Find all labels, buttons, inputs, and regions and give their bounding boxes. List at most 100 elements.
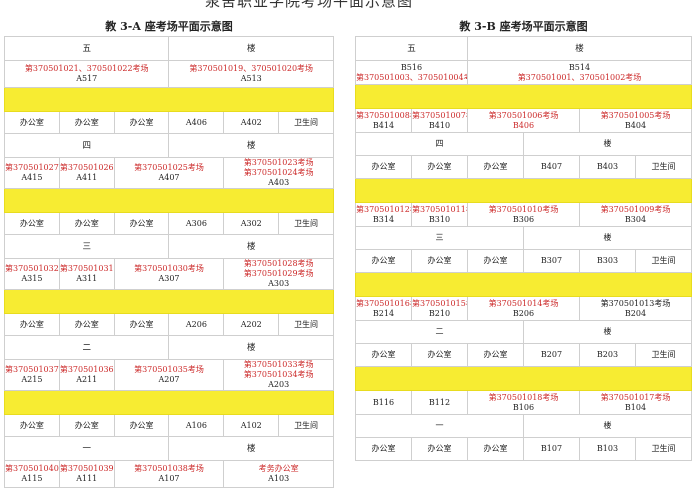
exam-room-cell: 第370501009考场 B304 <box>579 202 692 227</box>
exam-session-label: 第370501038考场 <box>134 464 204 473</box>
room-number: A115 <box>21 474 43 483</box>
cell-label: A202 <box>223 313 280 336</box>
room-row: 第370501032考场A315第370501031考场A311第3705010… <box>4 258 334 290</box>
cell-label: 办公室 <box>58 111 115 134</box>
panel-b-title: 教 3-B 座考场平面示意图 <box>459 20 588 33</box>
room-row: 办公室 办公室 办公室 A206 A202 卫生间 <box>4 313 334 336</box>
room-number: B516 <box>400 62 423 72</box>
room-row: 第370501027考场A415第370501026考场A411第3705010… <box>4 157 334 189</box>
exam-session-label: 第370501026考场 <box>59 163 114 172</box>
room-number: A415 <box>21 173 43 182</box>
room-number: A207 <box>158 375 180 384</box>
room-row: 三楼 <box>355 226 692 250</box>
exam-room-cell: 第370501032考场A315 <box>4 258 60 290</box>
cell-label: 办公室 <box>411 343 468 367</box>
cell-label: 办公室 <box>4 414 60 437</box>
room-number: B410 <box>428 120 451 130</box>
cell-label: 办公室 <box>411 155 468 179</box>
room-number: B314 <box>372 214 395 224</box>
cell-label: 四 <box>3 133 170 158</box>
exam-session-label: 第370501036考场 <box>59 365 114 374</box>
exam-session-label: 第370501030考场 <box>134 264 204 273</box>
cell-label: A102 <box>223 414 280 437</box>
room-number: A215 <box>21 375 43 384</box>
cell-label: 办公室 <box>467 343 524 367</box>
cell-label: 楼 <box>168 436 334 461</box>
room-row: 办公室 办公室 办公室 B407 B403 卫生间 <box>355 155 692 179</box>
exam-room-cell: 第370501010考场 B306 <box>467 202 580 227</box>
floor-label-row: 四楼 <box>3 133 334 158</box>
cell-label: 办公室 <box>4 313 60 336</box>
cell-label: B107 <box>523 437 580 461</box>
cell-label: A306 <box>168 212 225 235</box>
room-row: 第370501037考场A215第370501036考场A211第3705010… <box>4 359 334 391</box>
floor-label-row: 二楼 <box>3 335 334 360</box>
cell-label: 二 <box>3 335 170 360</box>
cell-label: 楼 <box>168 36 334 61</box>
cell-label: 三 <box>355 226 524 250</box>
cell-label: 楼 <box>523 226 692 250</box>
corridor-band <box>4 390 334 415</box>
cell-label: 办公室 <box>4 111 60 134</box>
room-number: A107 <box>158 474 180 483</box>
cell-label: 卫生间 <box>278 111 334 134</box>
exam-session-label: 第370501001、370501002考场 <box>517 72 642 82</box>
room-number: A407 <box>158 173 180 182</box>
exam-session-label: 第370501033考场 <box>243 360 314 370</box>
room-row: 办公室 办公室 办公室 A406 A402 卫生间 <box>4 111 334 134</box>
exam-session-label: 第370501024考场 <box>243 168 314 177</box>
cell-label: 办公室 <box>58 313 115 336</box>
exam-session-label: 第370501037考场 <box>5 365 59 374</box>
exam-room-cell: 第370501005考场 B404 <box>579 108 692 133</box>
exam-session-label: 第370501012考场 <box>356 204 411 214</box>
exam-session-label: 第370501019、370501020考场 <box>189 64 314 73</box>
cell-label: 办公室 <box>58 414 115 437</box>
panel-a-table: 五楼第370501021、370501022考场 A517 第370501019、3… <box>3 36 334 488</box>
cell-label: B103 <box>579 437 636 461</box>
cell-label: 卫生间 <box>278 313 334 336</box>
page-title: 泉舍职业学院考场平面示意图 <box>205 0 414 10</box>
corridor-band <box>4 188 334 213</box>
exam-session-label: 第370501013考场 <box>600 298 671 308</box>
room-number: A411 <box>76 173 98 182</box>
cell-label: 办公室 <box>467 249 524 273</box>
exam-session-label: 第370501005考场 <box>600 110 671 120</box>
exam-room-cell: B116 <box>355 390 412 415</box>
exam-session-label: 第370501014考场 <box>488 298 559 308</box>
exam-room-cell: 第370501028考场 第370501029考场 A303 <box>223 258 334 290</box>
room-row: B116 B112 第370501018考场 B106 第370501017考场 B104 <box>355 390 692 415</box>
cell-label: A402 <box>223 111 280 134</box>
exam-room-cell: 第370501018考场 B106 <box>467 390 580 415</box>
floor-label-row: 五楼 <box>355 36 692 61</box>
corridor-band <box>4 289 334 314</box>
cell-label: 办公室 <box>113 414 170 437</box>
cell-label: 卫生间 <box>635 249 692 273</box>
room-number: B112 <box>428 397 451 407</box>
exam-room-cell: 第370501038考场 A107 <box>113 460 225 488</box>
cell-label: B407 <box>523 155 580 179</box>
room-number: A203 <box>268 380 290 389</box>
exam-room-cell: 第370501026考场A411 <box>58 157 115 189</box>
exam-session-label: 第370501007考场 <box>412 110 467 120</box>
room-number: B404 <box>624 120 647 130</box>
corridor-row <box>355 366 692 391</box>
room-row: B516 第370501003、370501004考场 B514 第370501001… <box>355 60 692 85</box>
exam-session-label: 第370501023考场 <box>243 158 314 168</box>
floor-label-row: 三楼 <box>3 234 334 259</box>
room-number: A103 <box>268 474 290 483</box>
cell-label: 五 <box>355 36 468 61</box>
room-row: 二楼 <box>355 320 692 344</box>
exam-room-cell: 第370501008考场B414 <box>355 108 412 133</box>
cell-label: B403 <box>579 155 636 179</box>
cell-label: 办公室 <box>355 437 412 461</box>
exam-room-cell: 第370501036考场A211 <box>58 359 115 391</box>
cell-label: 三 <box>3 234 170 259</box>
cell-label: 办公室 <box>355 249 412 273</box>
room-row: 第370501040考场A115第370501039考场A111第3705010… <box>4 460 334 488</box>
exam-session-label: 第370501009考场 <box>600 204 671 214</box>
room-row: 第370501021、370501022考场 A517 第370501019、370… <box>3 60 334 88</box>
cell-label: 楼 <box>168 133 334 158</box>
corridor-row <box>355 272 692 297</box>
exam-room-cell: 第370501030考场 A307 <box>113 258 225 290</box>
cell-label: 办公室 <box>113 212 170 235</box>
